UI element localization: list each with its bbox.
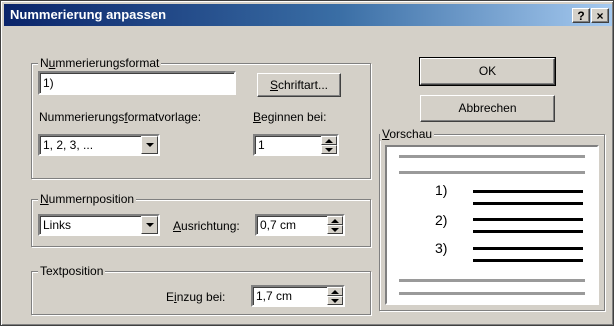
alignment-dropdown-button[interactable]: [141, 216, 158, 234]
cancel-button[interactable]: Abbrechen: [420, 95, 555, 122]
numbering-format-input[interactable]: 1): [38, 71, 236, 95]
spin-down-button[interactable]: [327, 296, 343, 305]
template-dropdown-button[interactable]: [141, 136, 158, 154]
arrow-up-icon: [331, 289, 339, 294]
indent-spin-buttons: [327, 287, 343, 305]
start-at-spin-buttons: [321, 136, 337, 154]
number-position-legend: Nummernposition: [38, 192, 137, 206]
spin-up-button[interactable]: [327, 287, 343, 296]
preview-gray-line: [399, 292, 585, 295]
preview-gray-line: [399, 155, 585, 158]
preview-number-3: 3): [435, 240, 448, 256]
numbering-template-select[interactable]: 1, 2, 3, ...: [38, 134, 160, 156]
numbering-format-legend: Nummerierungsformat: [38, 56, 162, 70]
spin-up-button[interactable]: [321, 136, 337, 145]
preview-black-line: [473, 218, 583, 221]
spin-up-button[interactable]: [327, 216, 343, 225]
alignment-spin-buttons: [327, 216, 343, 234]
customize-numbering-dialog: Nummerierung anpassen ? × Nummerierungsf…: [0, 0, 614, 326]
title-bar: Nummerierung anpassen ? ×: [4, 4, 612, 26]
preview-gray-line: [399, 171, 585, 174]
preview-number-2: 2): [435, 212, 448, 228]
preview-black-line: [473, 230, 583, 233]
chevron-down-icon: [145, 223, 154, 227]
close-icon: ×: [596, 9, 604, 23]
arrow-down-icon: [331, 227, 339, 232]
arrow-down-icon: [331, 298, 339, 303]
text-position-legend: Textposition: [38, 264, 106, 278]
preview-black-line: [473, 190, 583, 193]
indent-label: Einzug bei:: [166, 290, 226, 304]
start-at-label: Beginnen bei:: [253, 110, 327, 124]
preview-black-line: [473, 202, 583, 205]
alignment-distance-spinner[interactable]: 0,7 cm: [255, 214, 345, 236]
numbering-template-label: Nummerierungsformatvorlage:: [39, 110, 202, 124]
preview-gray-line: [399, 279, 585, 282]
spin-down-button[interactable]: [327, 225, 343, 234]
indent-spinner[interactable]: 1,7 cm: [251, 285, 345, 307]
preview-number-1: 1): [435, 182, 448, 198]
preview-legend: Vorschau: [380, 127, 435, 141]
dialog-title: Nummerierung anpassen: [10, 7, 167, 22]
arrow-down-icon: [325, 147, 333, 152]
close-button[interactable]: ×: [591, 8, 609, 23]
preview-pane: 1) 2) 3): [385, 145, 599, 305]
start-at-spinner[interactable]: 1: [253, 134, 339, 156]
preview-black-line: [473, 247, 583, 250]
spin-down-button[interactable]: [321, 145, 337, 154]
ok-button[interactable]: OK: [419, 57, 556, 86]
chevron-down-icon: [145, 143, 154, 147]
help-icon: ?: [577, 9, 585, 23]
arrow-up-icon: [331, 218, 339, 223]
help-button[interactable]: ?: [572, 8, 590, 23]
preview-black-line: [473, 259, 583, 262]
number-alignment-select[interactable]: Links: [38, 214, 160, 236]
alignment-label: Ausrichtung:: [173, 219, 240, 233]
font-button[interactable]: Schriftart...: [257, 73, 341, 97]
arrow-up-icon: [325, 138, 333, 143]
